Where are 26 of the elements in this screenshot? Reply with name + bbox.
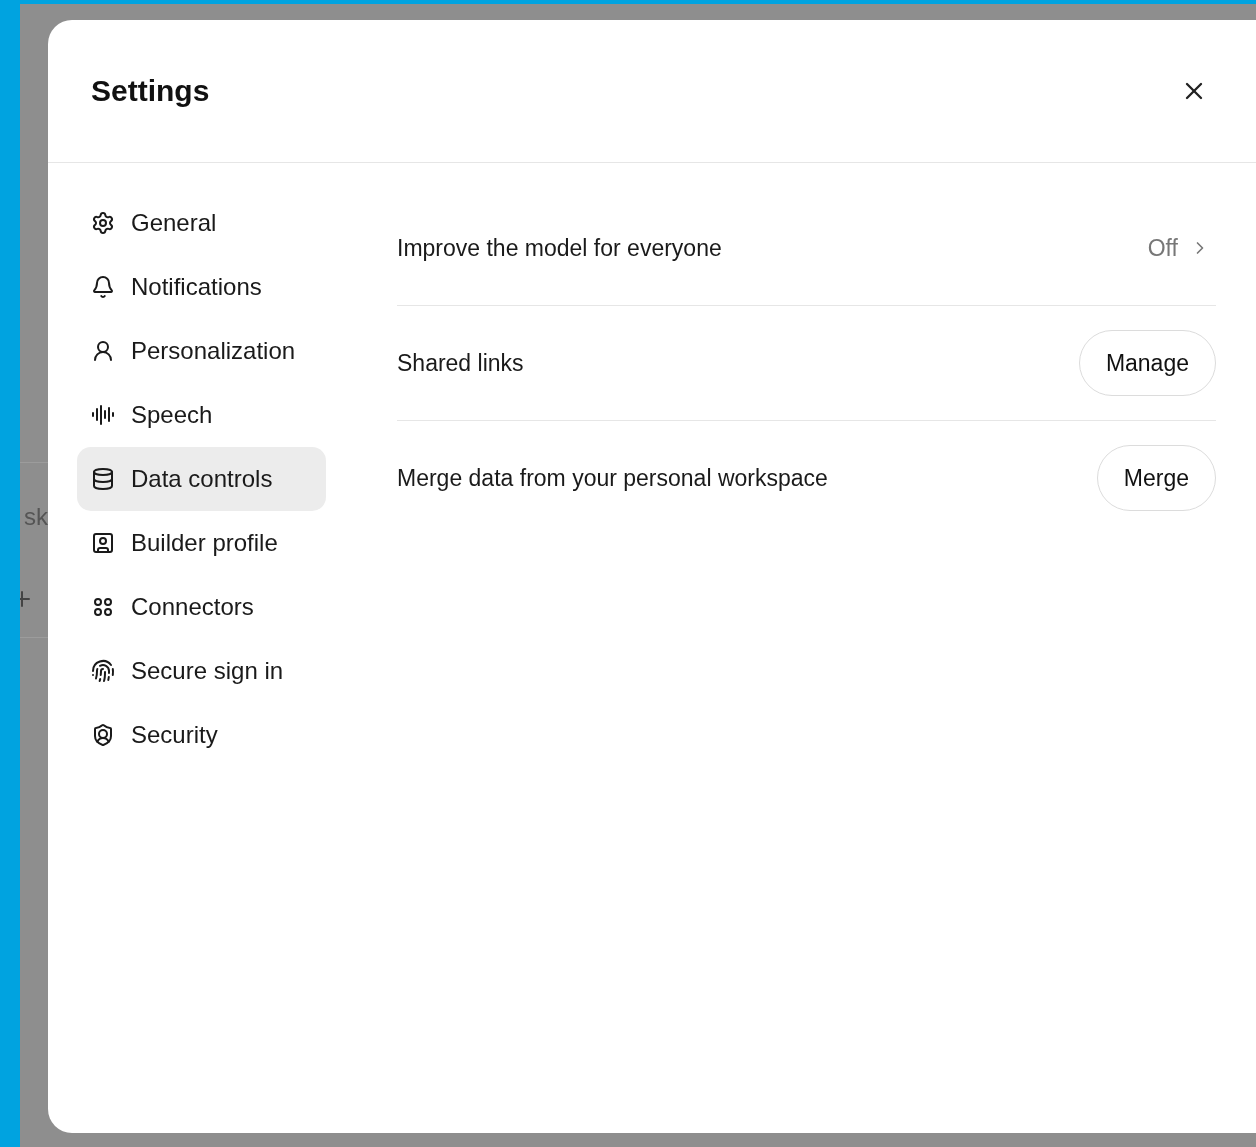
manage-button[interactable]: Manage	[1078, 330, 1216, 396]
profile-card-icon	[91, 531, 115, 555]
connectors-icon	[91, 595, 115, 619]
shield-icon	[91, 723, 115, 747]
setting-label: Shared links	[397, 349, 524, 377]
setting-label: Improve the model for everyone	[397, 234, 722, 262]
sidebar-item[interactable]: Personalization	[77, 319, 326, 383]
dialog-title: Settings	[91, 74, 210, 108]
sidebar-item[interactable]: Data controls	[77, 447, 326, 511]
sidebar-item[interactable]: Security	[77, 703, 326, 767]
fingerprint-icon	[91, 659, 115, 683]
sidebar-item[interactable]: Notifications	[77, 255, 326, 319]
merge-button[interactable]: Merge	[1096, 445, 1216, 511]
setting-value[interactable]: Off	[1141, 233, 1216, 263]
backdrop-text: sk	[23, 503, 48, 531]
database-icon	[91, 467, 115, 491]
person-icon	[91, 339, 115, 363]
sidebar-item[interactable]: Secure sign in	[77, 639, 326, 703]
gear-icon	[91, 211, 115, 235]
setting-label: Merge data from your personal workspace	[397, 464, 828, 492]
sidebar-item[interactable]: Connectors	[77, 575, 326, 639]
sidebar-item[interactable]: General	[77, 191, 326, 255]
sound-wave-icon	[91, 403, 115, 427]
sidebar-item[interactable]: Builder profile	[77, 511, 326, 575]
bell-icon	[91, 275, 115, 299]
sidebar-item[interactable]: Speech	[77, 383, 326, 447]
